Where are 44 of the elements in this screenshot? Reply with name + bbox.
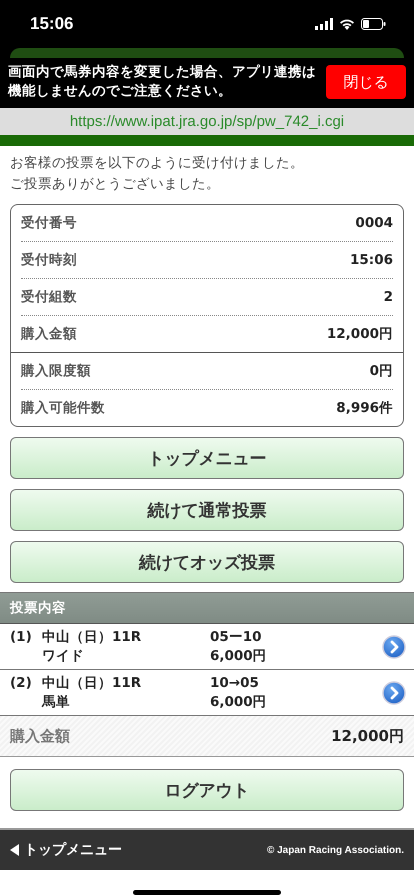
menu-button[interactable]: 続けて通常投票 bbox=[10, 489, 404, 531]
total-label: 購入金額 bbox=[10, 726, 70, 746]
back-link[interactable]: トップメニュー bbox=[10, 841, 122, 859]
chevron-icon[interactable] bbox=[382, 680, 406, 704]
bet-index: (1) bbox=[10, 628, 33, 645]
bet-amount: 6,000円 bbox=[210, 646, 268, 666]
bet-index: (2) bbox=[10, 674, 33, 691]
bet-type: 馬単 bbox=[42, 692, 71, 712]
field-value: 0円 bbox=[370, 362, 393, 380]
close-button[interactable]: 閉じる bbox=[326, 65, 406, 99]
bet-row[interactable]: (1) 中山（日）11R ワイド 05ー10 6,000円 bbox=[0, 624, 414, 670]
field-label: 受付組数 bbox=[21, 288, 77, 306]
wifi-icon bbox=[339, 18, 355, 30]
race-name: 中山（日）11R bbox=[42, 674, 142, 692]
race-name: 中山（日）11R bbox=[42, 628, 142, 646]
field-value: 15:06 bbox=[350, 252, 393, 268]
signal-icon bbox=[315, 18, 333, 30]
bet-numbers: 10→05 bbox=[210, 674, 260, 692]
field-label: 受付番号 bbox=[21, 214, 77, 232]
menu-button[interactable]: トップメニュー bbox=[10, 437, 404, 479]
field-label: 購入限度額 bbox=[21, 362, 91, 380]
field-value: 2 bbox=[384, 289, 393, 305]
bet-type: ワイド bbox=[42, 646, 85, 666]
field-label: 購入金額 bbox=[21, 325, 77, 343]
copyright-text: © Japan Racing Association. bbox=[266, 844, 404, 856]
field-value: 0004 bbox=[355, 215, 393, 231]
section-header: 投票内容 bbox=[0, 593, 414, 624]
logout-button[interactable]: ログアウト bbox=[10, 769, 404, 811]
banner-message: 画面内で馬券内容を変更した場合、アプリ連携は機能しませんのでご注意ください。 bbox=[8, 63, 316, 101]
total-value: 12,000円 bbox=[331, 726, 404, 746]
url-text: https://www.ipat.jra.go.jp/sp/pw_742_i.cgi bbox=[70, 113, 344, 130]
bet-numbers: 05ー10 bbox=[210, 628, 263, 646]
bet-amount: 6,000円 bbox=[210, 692, 268, 712]
field-label: 購入可能件数 bbox=[21, 399, 105, 417]
back-arrow-icon bbox=[10, 844, 19, 856]
confirmation-message: お客様の投票を以下のように受け付けました。 bbox=[10, 154, 305, 173]
chevron-icon[interactable] bbox=[382, 634, 406, 658]
confirmation-message: ご投票ありがとうございました。 bbox=[10, 175, 221, 194]
menu-button[interactable]: 続けてオッズ投票 bbox=[10, 541, 404, 583]
battery-icon bbox=[361, 18, 386, 30]
status-time: 15:06 bbox=[30, 14, 74, 34]
field-value: 12,000円 bbox=[326, 325, 393, 343]
field-value: 8,996件 bbox=[336, 399, 393, 417]
field-label: 受付時刻 bbox=[21, 251, 77, 269]
